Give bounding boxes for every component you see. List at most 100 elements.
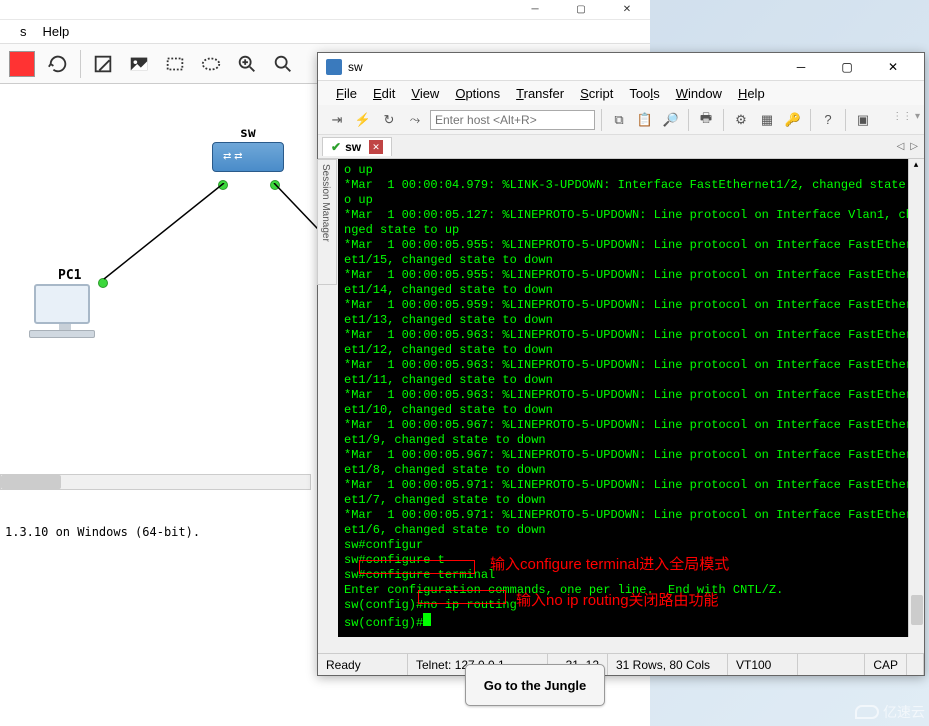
tab-connected-icon: ✔: [331, 140, 341, 154]
terminal-line: sw#configur: [344, 538, 904, 553]
toolbar-separator: [80, 50, 81, 78]
link-line: [100, 183, 228, 283]
securecrt-window: sw ─ ▢ ✕ File Edit View Options Transfer…: [317, 52, 925, 676]
print-icon[interactable]: 🖶: [695, 109, 717, 131]
terminal-cursor: [423, 613, 431, 626]
stop-button[interactable]: [8, 50, 36, 78]
session-manager-tab[interactable]: Session Manager: [317, 159, 337, 285]
session-options-icon[interactable]: ▦: [756, 109, 778, 131]
annotation-box: [418, 590, 506, 604]
terminal-line: sw(config)#: [344, 613, 904, 631]
disconnect-icon[interactable]: ⤳: [404, 109, 426, 131]
status-ready: Ready: [318, 654, 408, 675]
annotation-text: 输入no ip routing关闭路由功能: [516, 593, 719, 608]
status-dimensions: 31 Rows, 80 Cols: [608, 654, 728, 675]
paste-icon[interactable]: 📋: [634, 109, 656, 131]
tab-next-button[interactable]: ▷: [910, 141, 918, 152]
ellipse-button[interactable]: [197, 50, 225, 78]
terminal-output[interactable]: o up*Mar 1 00:00:04.979: %LINK-3-UPDOWN:…: [338, 159, 910, 637]
terminal-line: et1/15, changed state to down: [344, 253, 904, 268]
scroll-up-button[interactable]: ▴: [909, 159, 923, 173]
toolbar-separator: [688, 109, 689, 131]
copy-icon[interactable]: ⧉: [608, 109, 630, 131]
terminal-line: et1/11, changed state to down: [344, 373, 904, 388]
terminal-line: *Mar 1 00:00:05.955: %LINEPROTO-5-UPDOWN…: [344, 238, 904, 253]
key-icon[interactable]: 🔑: [782, 109, 804, 131]
find-icon[interactable]: 🔎: [660, 109, 682, 131]
switch-device[interactable]: ⇄ ⇄: [212, 142, 284, 178]
canvas-scrollbar[interactable]: [0, 474, 311, 490]
help-icon[interactable]: ?: [817, 109, 839, 131]
quick-connect-icon[interactable]: ⚡: [352, 109, 374, 131]
terminal-line: et1/9, changed state to down: [344, 433, 904, 448]
toolbar-separator: [810, 109, 811, 131]
watermark-logo-icon: [855, 705, 879, 719]
toolbar-separator: [601, 109, 602, 131]
reload-button[interactable]: [44, 50, 72, 78]
zoom-out-button[interactable]: [269, 50, 297, 78]
status-text: 1.3.10 on Windows (64-bit).: [5, 525, 200, 539]
crt-minimize-button[interactable]: ─: [778, 54, 824, 80]
terminal-line: *Mar 1 00:00:05.963: %LINEPROTO-5-UPDOWN…: [344, 388, 904, 403]
go-to-jungle-button[interactable]: Go to the Jungle: [465, 664, 605, 706]
menu-file[interactable]: File: [330, 84, 363, 103]
terminal-line: *Mar 1 00:00:05.967: %LINEPROTO-5-UPDOWN…: [344, 418, 904, 433]
terminal-line: et1/8, changed state to down: [344, 463, 904, 478]
terminal-line: et1/6, changed state to down: [344, 523, 904, 538]
terminal-line: *Mar 1 00:00:05.959: %LINEPROTO-5-UPDOWN…: [344, 298, 904, 313]
terminal-line: et1/12, changed state to down: [344, 343, 904, 358]
scroll-thumb[interactable]: [911, 595, 923, 625]
terminal-line: et1/13, changed state to down: [344, 313, 904, 328]
crt-titlebar[interactable]: sw ─ ▢ ✕: [318, 53, 924, 81]
toolbar-separator: [845, 109, 846, 131]
pc-device[interactable]: [34, 284, 95, 338]
tab-sw[interactable]: ✔ sw ✕: [322, 137, 392, 156]
menu-view[interactable]: View: [405, 84, 445, 103]
crt-toolbar: ⇥ ⚡ ↻ ⤳ ⧉ 📋 🔎 🖶 ⚙ ▦ 🔑 ? ▣ ⋮⋮ ▾: [318, 105, 924, 135]
menu-help[interactable]: Help: [39, 22, 74, 41]
terminal-line: et1/7, changed state to down: [344, 493, 904, 508]
menu-edit[interactable]: Edit: [367, 84, 401, 103]
menu-s[interactable]: s: [16, 22, 31, 41]
menu-window[interactable]: Window: [670, 84, 728, 103]
terminal-line: *Mar 1 00:00:05.971: %LINEPROTO-5-UPDOWN…: [344, 508, 904, 523]
reconnect-icon[interactable]: ↻: [378, 109, 400, 131]
watermark: 亿速云: [855, 702, 925, 722]
rect-button[interactable]: [161, 50, 189, 78]
menu-script[interactable]: Script: [574, 84, 619, 103]
terminal-line: *Mar 1 00:00:05.127: %LINEPROTO-5-UPDOWN…: [344, 208, 904, 223]
crt-maximize-button[interactable]: ▢: [824, 54, 870, 80]
connect-icon[interactable]: ⇥: [326, 109, 348, 131]
menu-help-crt[interactable]: Help: [732, 84, 771, 103]
settings-icon[interactable]: ⚙: [730, 109, 752, 131]
main-titlebar: ─ ▢ ✕: [0, 0, 650, 20]
status-cap: CAP: [865, 654, 907, 675]
tab-prev-button[interactable]: ◁: [897, 141, 905, 152]
toolbar-grip: ⋮⋮ ▾: [892, 111, 920, 122]
tab-label: sw: [345, 140, 361, 154]
terminal-line: *Mar 1 00:00:05.963: %LINEPROTO-5-UPDOWN…: [344, 328, 904, 343]
toolbar-separator: [723, 109, 724, 131]
tab-close-button[interactable]: ✕: [369, 140, 383, 154]
zoom-in-button[interactable]: [233, 50, 261, 78]
menu-tools[interactable]: Tools: [623, 84, 665, 103]
minimize-button[interactable]: ─: [512, 0, 558, 20]
menu-options[interactable]: Options: [449, 84, 506, 103]
crt-close-button[interactable]: ✕: [870, 54, 916, 80]
annotation-text: 输入configure terminal进入全局模式: [490, 557, 729, 572]
close-button[interactable]: ✕: [604, 0, 650, 20]
terminal-line: *Mar 1 00:00:05.955: %LINEPROTO-5-UPDOWN…: [344, 268, 904, 283]
menu-transfer[interactable]: Transfer: [510, 84, 570, 103]
pc-label: PC1: [58, 268, 81, 283]
note-button[interactable]: [89, 50, 117, 78]
maximize-button[interactable]: ▢: [558, 0, 604, 20]
toolbar-app-icon[interactable]: ▣: [852, 109, 874, 131]
terminal-line: *Mar 1 00:00:05.967: %LINEPROTO-5-UPDOWN…: [344, 448, 904, 463]
switch-label: sw: [240, 126, 256, 141]
terminal-line: o up: [344, 193, 904, 208]
crt-title: sw: [348, 60, 778, 74]
annotation-box: [359, 560, 475, 574]
terminal-scrollbar[interactable]: ▴: [908, 159, 924, 637]
host-input[interactable]: [430, 110, 595, 130]
image-button[interactable]: [125, 50, 153, 78]
